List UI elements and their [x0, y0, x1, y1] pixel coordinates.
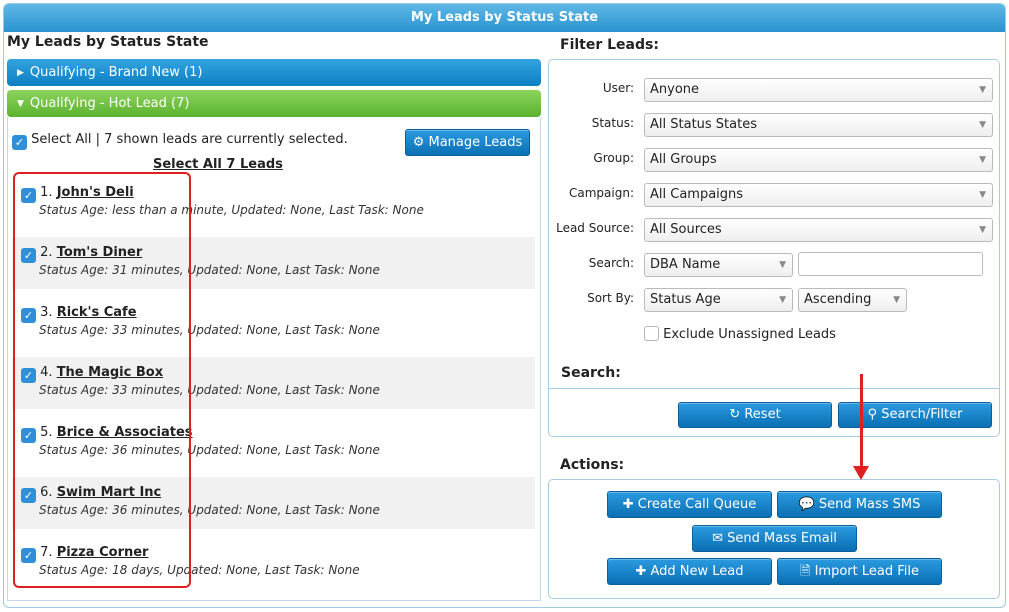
order-select[interactable]: Ascending ▼ — [798, 288, 907, 312]
select-all-checkbox[interactable]: ✓ — [12, 135, 27, 150]
chevron-down-icon: ▼ — [979, 155, 986, 165]
chevron-down-icon: ▼ — [779, 260, 786, 270]
send-mass-sms-button[interactable]: 💬 Send Mass SMS — [777, 491, 942, 518]
import-lead-file-button[interactable]: 🗎 Import Lead File — [777, 558, 942, 585]
group-label: Qualifying - Brand New (1) — [29, 65, 203, 80]
select-all-row: ✓ Select All | 7 shown leads are current… — [12, 132, 348, 150]
add-new-lead-button[interactable]: ✚ Add New Lead — [607, 558, 772, 585]
chat-icon: 💬 — [798, 497, 815, 512]
reset-button[interactable]: ↻ Reset — [678, 402, 832, 428]
plus-icon: ✚ — [635, 564, 647, 579]
plus-icon: ✚ — [622, 497, 634, 512]
search-icon: ⚲ — [867, 407, 878, 422]
chevron-down-icon: ▼ — [979, 225, 986, 235]
caret-right-icon: ▶ — [17, 68, 24, 78]
file-icon: 🗎 — [800, 564, 811, 579]
left-panel-title: My Leads by Status State — [7, 34, 209, 50]
annotation-arrow-head — [853, 466, 869, 480]
chevron-down-icon: ▼ — [979, 120, 986, 130]
sort-label: Sort By: — [587, 291, 634, 305]
group-label: Qualifying - Hot Lead (7) — [29, 96, 190, 111]
send-mass-email-button[interactable]: ✉ Send Mass Email — [692, 525, 857, 552]
actions-title: Actions: — [560, 457, 625, 473]
group-select[interactable]: All Groups ▼ — [644, 148, 993, 172]
highlight-box — [13, 172, 191, 588]
filter-title: Filter Leads: — [560, 37, 659, 53]
exclude-unassigned-row[interactable]: Exclude Unassigned Leads — [644, 326, 836, 342]
chevron-down-icon: ▼ — [893, 295, 900, 305]
group-brand-new[interactable]: ▶ Qualifying - Brand New (1) — [7, 59, 541, 86]
sort-select[interactable]: Status Age ▼ — [644, 288, 793, 312]
caret-down-icon: ▼ — [17, 99, 24, 109]
refresh-icon: ↻ — [729, 407, 741, 422]
chevron-down-icon: ▼ — [979, 85, 986, 95]
campaign-label: Campaign: — [569, 186, 634, 200]
create-call-queue-button[interactable]: ✚ Create Call Queue — [607, 491, 772, 518]
window-title: My Leads by Status State — [4, 4, 1005, 32]
group-hot-lead[interactable]: ▼ Qualifying - Hot Lead (7) — [7, 90, 541, 117]
envelope-icon: ✉ — [712, 531, 723, 546]
user-select[interactable]: Anyone ▼ — [644, 78, 993, 102]
select-all-link[interactable]: Select All 7 Leads — [153, 157, 283, 172]
status-select[interactable]: All Status States ▼ — [644, 113, 993, 137]
user-label: User: — [602, 81, 634, 95]
search-section-title: Search: — [561, 365, 621, 381]
group-label: Group: — [593, 151, 634, 165]
lead-source-label: Lead Source: — [556, 221, 634, 235]
annotation-arrow-shaft — [860, 374, 863, 466]
select-all-text: Select All | 7 shown leads are currently… — [31, 132, 348, 147]
exclude-unassigned-checkbox[interactable] — [644, 326, 659, 341]
campaign-select[interactable]: All Campaigns ▼ — [644, 183, 993, 207]
search-field-select[interactable]: DBA Name ▼ — [644, 253, 793, 277]
chevron-down-icon: ▼ — [979, 190, 986, 200]
gear-icon: ⚙ — [412, 135, 425, 150]
exclude-unassigned-label: Exclude Unassigned Leads — [663, 327, 836, 342]
status-label: Status: — [591, 116, 634, 130]
search-input[interactable] — [798, 252, 983, 276]
search-label: Search: — [588, 256, 634, 270]
chevron-down-icon: ▼ — [779, 295, 786, 305]
lead-source-select[interactable]: All Sources ▼ — [644, 218, 993, 242]
manage-leads-button[interactable]: ⚙ Manage Leads — [405, 129, 530, 156]
